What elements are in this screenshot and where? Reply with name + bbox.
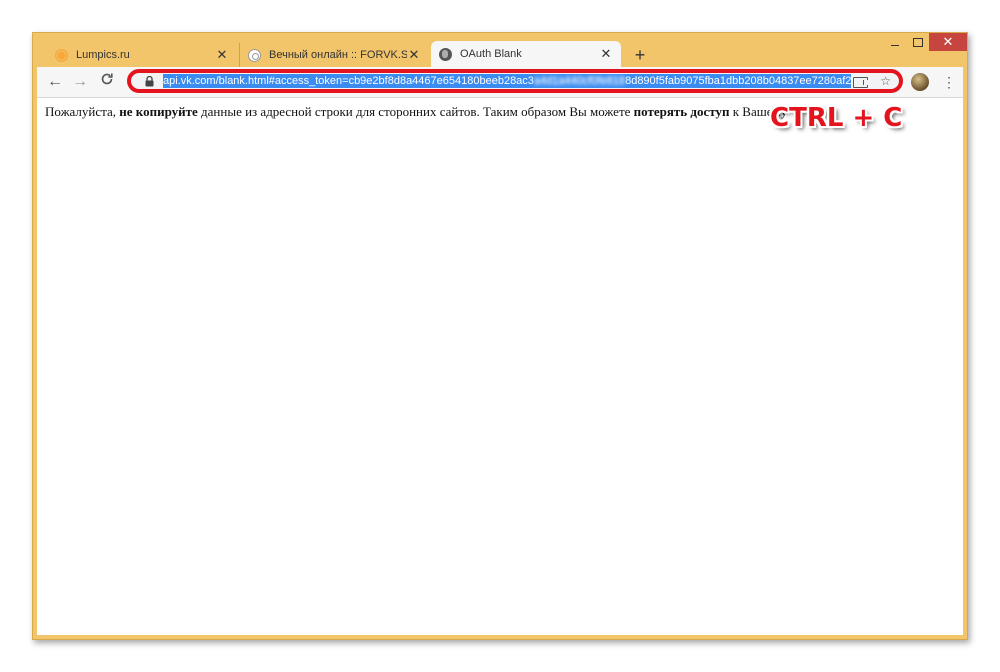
- notice-bold-do-not-copy: не копируйте: [119, 104, 198, 119]
- close-tab-icon[interactable]: ✕: [215, 47, 229, 63]
- tab-forvk[interactable]: Вечный онлайн :: FORVK.SPACE ✕: [239, 43, 429, 67]
- forvk-favicon-icon: [248, 48, 261, 62]
- maximize-button[interactable]: [907, 33, 929, 51]
- tab-title: Вечный онлайн :: FORVK.SPACE: [269, 49, 407, 61]
- profile-avatar[interactable]: [911, 73, 929, 91]
- bookmark-star-icon[interactable]: ☆: [880, 74, 891, 88]
- forward-button[interactable]: →: [70, 72, 90, 92]
- minimize-button[interactable]: [883, 33, 907, 51]
- browser-toolbar: ← → api.vk.com/blank.html#access_token=c…: [37, 67, 963, 98]
- new-tab-button[interactable]: +: [630, 43, 650, 67]
- url-visible-end: 8d890f5fab9075fba1dbb208b04837ee7280af2: [625, 75, 852, 87]
- cast-icon[interactable]: [853, 77, 869, 88]
- tab-lumpics[interactable]: Lumpics.ru ✕: [47, 43, 237, 67]
- minimize-icon: [891, 44, 899, 46]
- lock-icon: [141, 75, 157, 87]
- page-content: Пожалуйста, не копируйте данные из адрес…: [37, 98, 963, 635]
- maximize-icon: [913, 37, 923, 47]
- reload-button[interactable]: [97, 72, 117, 92]
- notice-bold-lose-access: потерять доступ: [633, 104, 730, 119]
- menu-dots-icon[interactable]: ⋮: [942, 72, 956, 92]
- url-visible-start: api.vk.com/blank.html#access_token=cb9e2…: [163, 75, 534, 87]
- close-window-button[interactable]: ✕: [929, 33, 967, 51]
- tab-title: Lumpics.ru: [76, 49, 130, 61]
- address-bar-actions: ☆: [853, 74, 891, 88]
- address-bar[interactable]: api.vk.com/blank.html#access_token=cb9e2…: [127, 69, 903, 93]
- notice-text: Пожалуйста,: [45, 104, 120, 119]
- keyboard-shortcut-callout: CTRL + C: [770, 103, 903, 133]
- url-text[interactable]: api.vk.com/blank.html#access_token=cb9e2…: [163, 74, 852, 88]
- tab-title: OAuth Blank: [460, 48, 522, 60]
- lumpics-favicon-icon: [55, 48, 68, 62]
- reload-icon: [101, 73, 113, 85]
- close-tab-icon[interactable]: ✕: [407, 47, 421, 63]
- close-tab-icon[interactable]: ✕: [599, 46, 613, 62]
- tab-oauth-blank[interactable]: OAuth Blank ✕: [431, 41, 621, 67]
- back-button[interactable]: ←: [45, 72, 65, 92]
- notice-text: данные из адресной строки для сторонних …: [197, 104, 634, 119]
- globe-icon: [439, 47, 452, 61]
- url-blurred-segment: a4d1a440cf0fe818: [533, 75, 626, 87]
